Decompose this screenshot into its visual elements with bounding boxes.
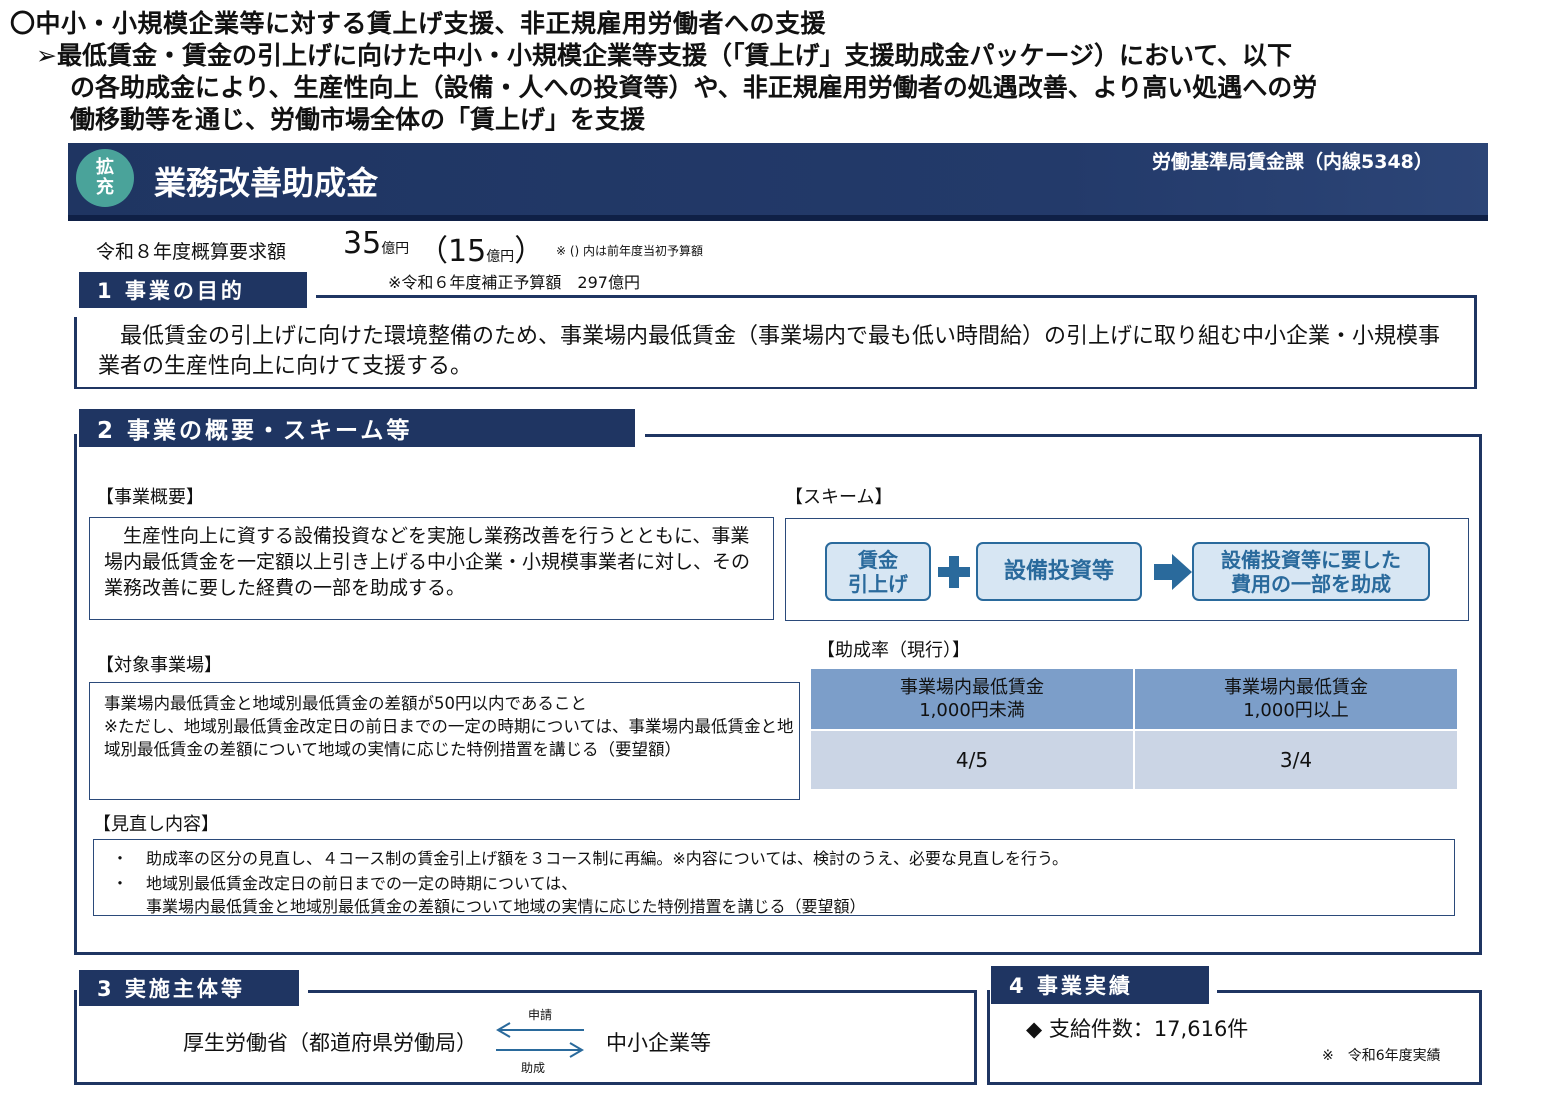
scheme-step3-line1: 設備投資等に要した [1221,547,1401,572]
scheme-step1-line1: 賃金 [858,547,898,572]
payment-count: ◆ 支給件数：17,616件 [1026,1017,1249,1041]
target-line-2: ※ただし、地域別最低賃金改定日の前日までの一定の時期については、事業場内最低賃金… [104,717,794,759]
implementing-body: 厚生労働省（都道府県労働局） [183,1031,477,1055]
budget-amount-value: 35 [343,226,382,261]
badge-bottom-char: 充 [96,177,114,198]
section-1-label: 1 事業の目的 [79,272,307,308]
target-title: 【対象事業場】 [96,655,222,676]
rate-header-1-line2: 1,000円未満 [919,700,1025,721]
review-item-2-line2: 事業場内最低賃金と地域別最低賃金の差額について地域の実情に応じた特例措置を講じる… [146,897,866,916]
rate-header-over-1000: 事業場内最低賃金 1,000円以上 [1133,667,1459,731]
target-line-1: 事業場内最低賃金と地域別最低賃金の差額が50円以内であること [104,694,587,713]
review-item-1: 助成率の区分の見直し、４コース制の賃金引上げ額を３コース制に再編。※内容について… [146,849,1069,868]
badge-top-char: 拡 [96,157,114,178]
scheme-step-equipment: 設備投資等 [976,542,1142,601]
expansion-badge: 拡 充 [76,149,134,207]
rate-header-under-1000: 事業場内最低賃金 1,000円未満 [809,667,1135,731]
grant-label: 助成 [521,1061,546,1075]
rate-table: 事業場内最低賃金 1,000円未満 事業場内最低賃金 1,000円以上 4/5 … [809,667,1459,791]
review-item-2-line1: 地域別最低賃金改定日の前日までの一定の時期については、 [146,874,578,893]
rate-header-2-line1: 事業場内最低賃金 [1224,677,1368,698]
section-1-left-border [74,317,77,389]
rate-table-header-row: 事業場内最低賃金 1,000円未満 事業場内最低賃金 1,000円以上 [809,667,1459,731]
scheme-step-subsidy: 設備投資等に要した 費用の一部を助成 [1192,542,1430,601]
budget-prev-close: ） [514,234,545,269]
header-line-1: 〇中小・小規模企業等に対する賃上げ支援、非正規雇用労働者への支援 [10,9,827,38]
page-title: 業務改善助成金 [154,164,379,202]
review-bullet-2: ・ [112,874,129,893]
scheme-step3-line2: 費用の一部を助成 [1231,571,1391,596]
section-1-top-line [316,295,1476,298]
overview-title: 【事業概要】 [96,487,204,508]
rate-header-1-line1: 事業場内最低賃金 [900,677,1044,698]
rate-value-over-1000: 3/4 [1133,729,1459,791]
overview-text: 生産性向上に資する設備投資などを実施し業務改善を行うとともに、事業場内最低賃金を… [104,525,751,599]
scheme-step-wage-raise: 賃金 引上げ [825,542,931,601]
scheme-step1-line2: 引上げ [848,571,908,596]
header-line-4: 働移動等を通じ、労働市場全体の「賃上げ」を支援 [70,105,646,134]
rate-value-under-1000: 4/5 [809,729,1135,791]
rate-table-value-row: 4/5 3/4 [809,729,1459,791]
budget-prev-open: （15 [418,234,487,269]
section-1-right-border [1474,295,1477,389]
recipient-sme: 中小企業等 [606,1031,711,1055]
target-text: 事業場内最低賃金と地域別最低賃金の差額が50円以内であること ※ただし、地域別最… [104,692,794,761]
plus-icon [938,556,970,588]
exchange-arrows-icon [496,1022,584,1058]
header-line-3: の各助成金により、生産性向上（設備・人への投資等）や、非正規雇用労働者の処遇改善… [70,73,1318,102]
purpose-text: 最低賃金の引上げに向けた環境整備のため、事業場内最低賃金（事業場内で最も低い時間… [98,324,1441,379]
arrow-right-icon [1154,554,1192,590]
review-bullet-1: ・ [112,849,129,868]
budget-previous: （15億円） [418,226,544,270]
budget-amount-unit: 億円 [381,241,410,257]
result-note: ※ 令和6年度実績 [1322,1048,1441,1064]
rate-header-2-line2: 1,000円以上 [1243,700,1349,721]
budget-note: ※ () 内は前年度当初予算額 [556,244,704,258]
rate-title: 【助成率（現行）】 [817,640,970,661]
header-line-2: ➢最低賃金・賃金の引上げに向けた中小・小規模企業等支援（「賃上げ」支援助成金パッ… [36,41,1292,70]
budget-amount: 35億円 [343,226,409,261]
review-title: 【見直し内容】 [93,814,219,835]
budget-prev-unit: 億円 [486,249,515,265]
supplementary-budget-note: ※令和６年度補正予算額 297億円 [388,273,640,292]
scheme-title: 【スキーム】 [785,487,893,508]
department-contact: 労働基準局賃金課（内線5348） [1152,151,1433,173]
budget-label: 令和８年度概算要求額 [96,241,287,263]
